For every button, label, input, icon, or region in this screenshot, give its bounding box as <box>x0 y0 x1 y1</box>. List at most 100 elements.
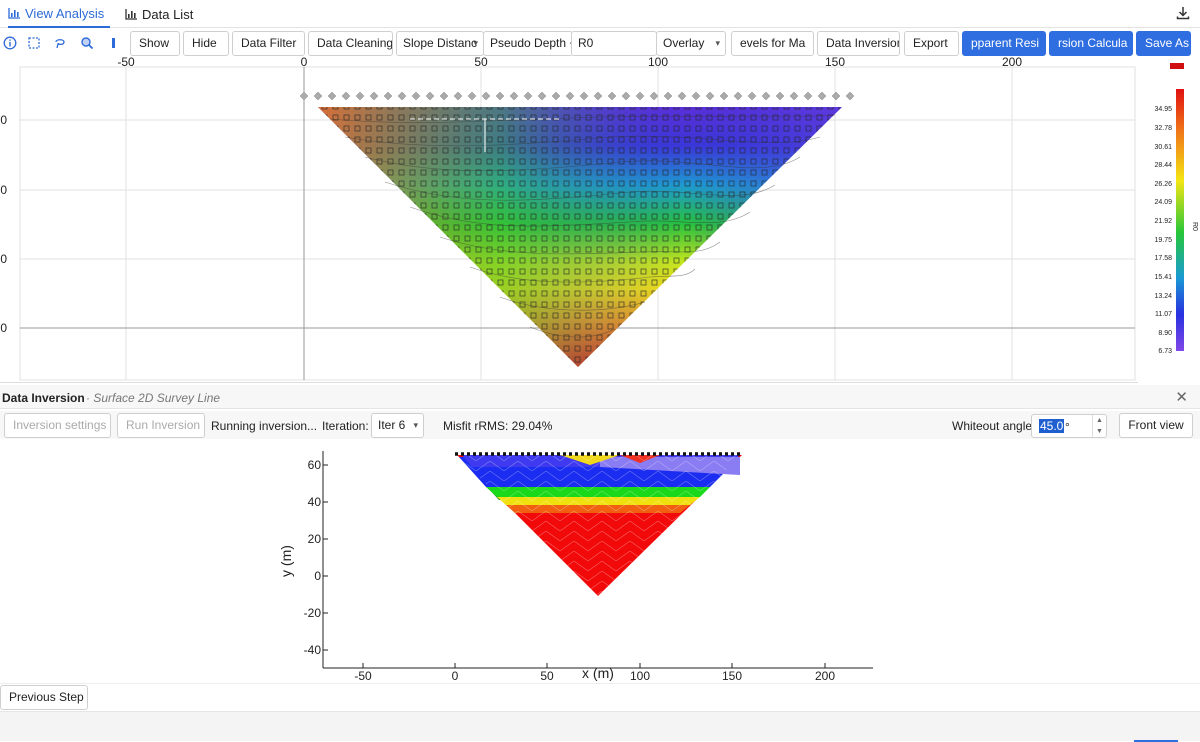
info-icon[interactable] <box>3 36 17 50</box>
misfit-readout: Misfit rRMS: 29.04% <box>443 419 553 433</box>
x-tick-label: 50 <box>474 57 488 69</box>
inversion-model <box>457 455 742 596</box>
panel-title: Data Inversion <box>2 391 85 405</box>
y-tick-label: 40 <box>308 495 322 509</box>
slope-distance-select[interactable]: Slope Distanc ▾ <box>396 31 484 56</box>
data-inversion-button[interactable]: Data Inversion <box>817 31 900 56</box>
x-tick-label: 100 <box>648 57 668 69</box>
colorbar-tick-label: 17.58 <box>1154 255 1172 262</box>
y-tick-label: -20 <box>304 606 322 620</box>
data-cleaning-button[interactable]: Data Cleaning <box>308 31 393 56</box>
slope-distance-value: Slope Distanc <box>403 36 478 50</box>
r0-value: R0 <box>578 36 594 50</box>
inversion-y-ticks <box>323 464 328 651</box>
colorbar-tick-label: 6.73 <box>1158 348 1172 355</box>
x-tick-label: 200 <box>1002 57 1022 69</box>
colorbar-tick-label: 11.07 <box>1155 311 1172 318</box>
overlay-select[interactable]: Overlay ▾ <box>656 31 726 56</box>
x-tick-label: 200 <box>815 669 835 683</box>
y-tick-label: 20 <box>0 252 7 266</box>
export-button[interactable]: Export <box>904 31 959 56</box>
front-view-button[interactable]: Front view <box>1119 413 1193 438</box>
pseudo-section-svg: -50 0 50 100 150 200 60 40 20 0 <box>0 55 1200 383</box>
chevron-down-icon: ▾ <box>413 420 418 430</box>
run-inversion-button[interactable]: Run Inversion <box>117 413 205 438</box>
colorbar-tick-label: 30.61 <box>1154 144 1172 151</box>
colorbar-tick-label: 13.24 <box>1154 293 1172 300</box>
y-tick-label: 20 <box>308 532 322 546</box>
tab-view-analysis[interactable]: View Analysis <box>8 0 110 28</box>
y-tick-labels: 60 40 20 0 <box>0 113 7 335</box>
inversion-ylabel: y (m) <box>278 545 294 577</box>
overlay-value: Overlay <box>663 36 705 50</box>
inversion-calc-button[interactable]: rsion Calcula <box>1049 31 1133 56</box>
download-icon[interactable] <box>1176 6 1190 20</box>
inversion-svg: -50 0 50 100 150 200 60 40 20 0 -20 -40 … <box>278 451 873 683</box>
bar-chart-icon <box>125 8 137 20</box>
inversion-status: Running inversion... <box>211 419 318 433</box>
close-icon[interactable]: ✕ <box>1175 388 1188 406</box>
lasso-icon[interactable] <box>53 36 67 50</box>
pseudo-depth-select[interactable]: Pseudo Depth + <box>483 31 573 56</box>
tab-view-analysis-label: View Analysis <box>25 5 105 21</box>
chevron-down-icon: ▾ <box>473 38 478 48</box>
colorbar-tick-label: 32.78 <box>1154 125 1172 132</box>
tab-data-list-label: Data List <box>142 6 194 22</box>
colorbar-tick-label: 8.90 <box>1158 330 1172 337</box>
bar-chart-icon <box>8 7 20 19</box>
colorbar-tick-label: 15.41 <box>1154 274 1172 281</box>
iteration-select[interactable]: Iter 6 ▾ <box>371 413 424 438</box>
x-tick-label: 0 <box>301 57 308 69</box>
y-tick-label: -40 <box>304 643 322 657</box>
apparent-resistivity-button[interactable]: pparent Resi <box>962 31 1046 56</box>
hide-button[interactable]: Hide <box>183 31 229 56</box>
inversion-panel-header: Data Inversion · Surface 2D Survey Line … <box>0 385 1200 409</box>
colorbar <box>1176 89 1184 351</box>
x-tick-label: 50 <box>540 669 554 683</box>
inversion-result-chart[interactable]: -50 0 50 100 150 200 60 40 20 0 -20 -40 … <box>0 441 1200 683</box>
inversion-settings-button[interactable]: Inversion settings <box>4 413 111 438</box>
iteration-value: Iter 6 <box>378 418 406 432</box>
colorbar-title: R0 <box>1191 222 1198 231</box>
y-tick-label: 0 <box>0 321 7 335</box>
chevron-down-icon: ▾ <box>715 38 720 48</box>
colorbar-tick-label: 28.44 <box>1154 162 1172 169</box>
main-toolbar: Show Hide Data Filter Data Cleaning Slop… <box>0 30 1200 57</box>
whiteout-angle-unit: ° <box>1065 420 1070 434</box>
pseudo-section-chart[interactable]: -50 0 50 100 150 200 60 40 20 0 <box>0 55 1200 383</box>
zoom-icon[interactable] <box>80 36 94 50</box>
x-tick-label: -50 <box>117 57 135 69</box>
y-tick-label: 0 <box>314 569 321 583</box>
save-as-button[interactable]: Save As <box>1136 31 1191 56</box>
y-tick-label: 60 <box>0 113 7 127</box>
colorbar-tick-label: 26.26 <box>1154 181 1172 188</box>
whiteout-angle-input[interactable]: 45.0 ° ▲ ▼ <box>1031 414 1107 438</box>
inversion-y-tick-labels: 60 40 20 0 -20 -40 <box>304 458 322 657</box>
inversion-toolbar: Inversion settings Run Inversion Running… <box>0 411 1200 439</box>
stepper-icon[interactable]: ▲ ▼ <box>1092 415 1106 437</box>
colorbar-tick-label: 19.75 <box>1154 237 1172 244</box>
colorbar-tick-label: 34.95 <box>1154 106 1172 113</box>
whiteout-angle-value: 45.0 <box>1039 419 1065 433</box>
whiteout-angle-label: Whiteout angle <box>952 419 1033 433</box>
colorbar-tick-label: 24.09 <box>1154 199 1172 206</box>
iteration-label: Iteration: <box>322 419 369 433</box>
tab-data-list[interactable]: Data List <box>125 0 205 28</box>
y-tick-label: 40 <box>0 183 7 197</box>
wizard-footer: Previous Step <box>0 683 1200 711</box>
x-tick-label: 150 <box>722 669 742 683</box>
r0-select[interactable]: R0 <box>571 31 657 56</box>
colorbar-cap <box>1170 63 1184 69</box>
colorbar-tick-label: 21.92 <box>1154 218 1172 225</box>
x-tick-label: -50 <box>354 669 372 683</box>
box-select-icon[interactable] <box>27 36 41 50</box>
levels-button[interactable]: evels for Ma <box>731 31 814 56</box>
x-tick-label: 0 <box>452 669 459 683</box>
x-tick-label: 150 <box>825 57 845 69</box>
data-filter-button[interactable]: Data Filter <box>232 31 305 56</box>
pan-icon[interactable] <box>108 36 122 50</box>
y-tick-label: 60 <box>308 458 322 472</box>
show-button[interactable]: Show <box>130 31 180 56</box>
previous-step-button[interactable]: Previous Step <box>0 685 88 710</box>
panel-subtitle: · Surface 2D Survey Line <box>86 391 221 405</box>
